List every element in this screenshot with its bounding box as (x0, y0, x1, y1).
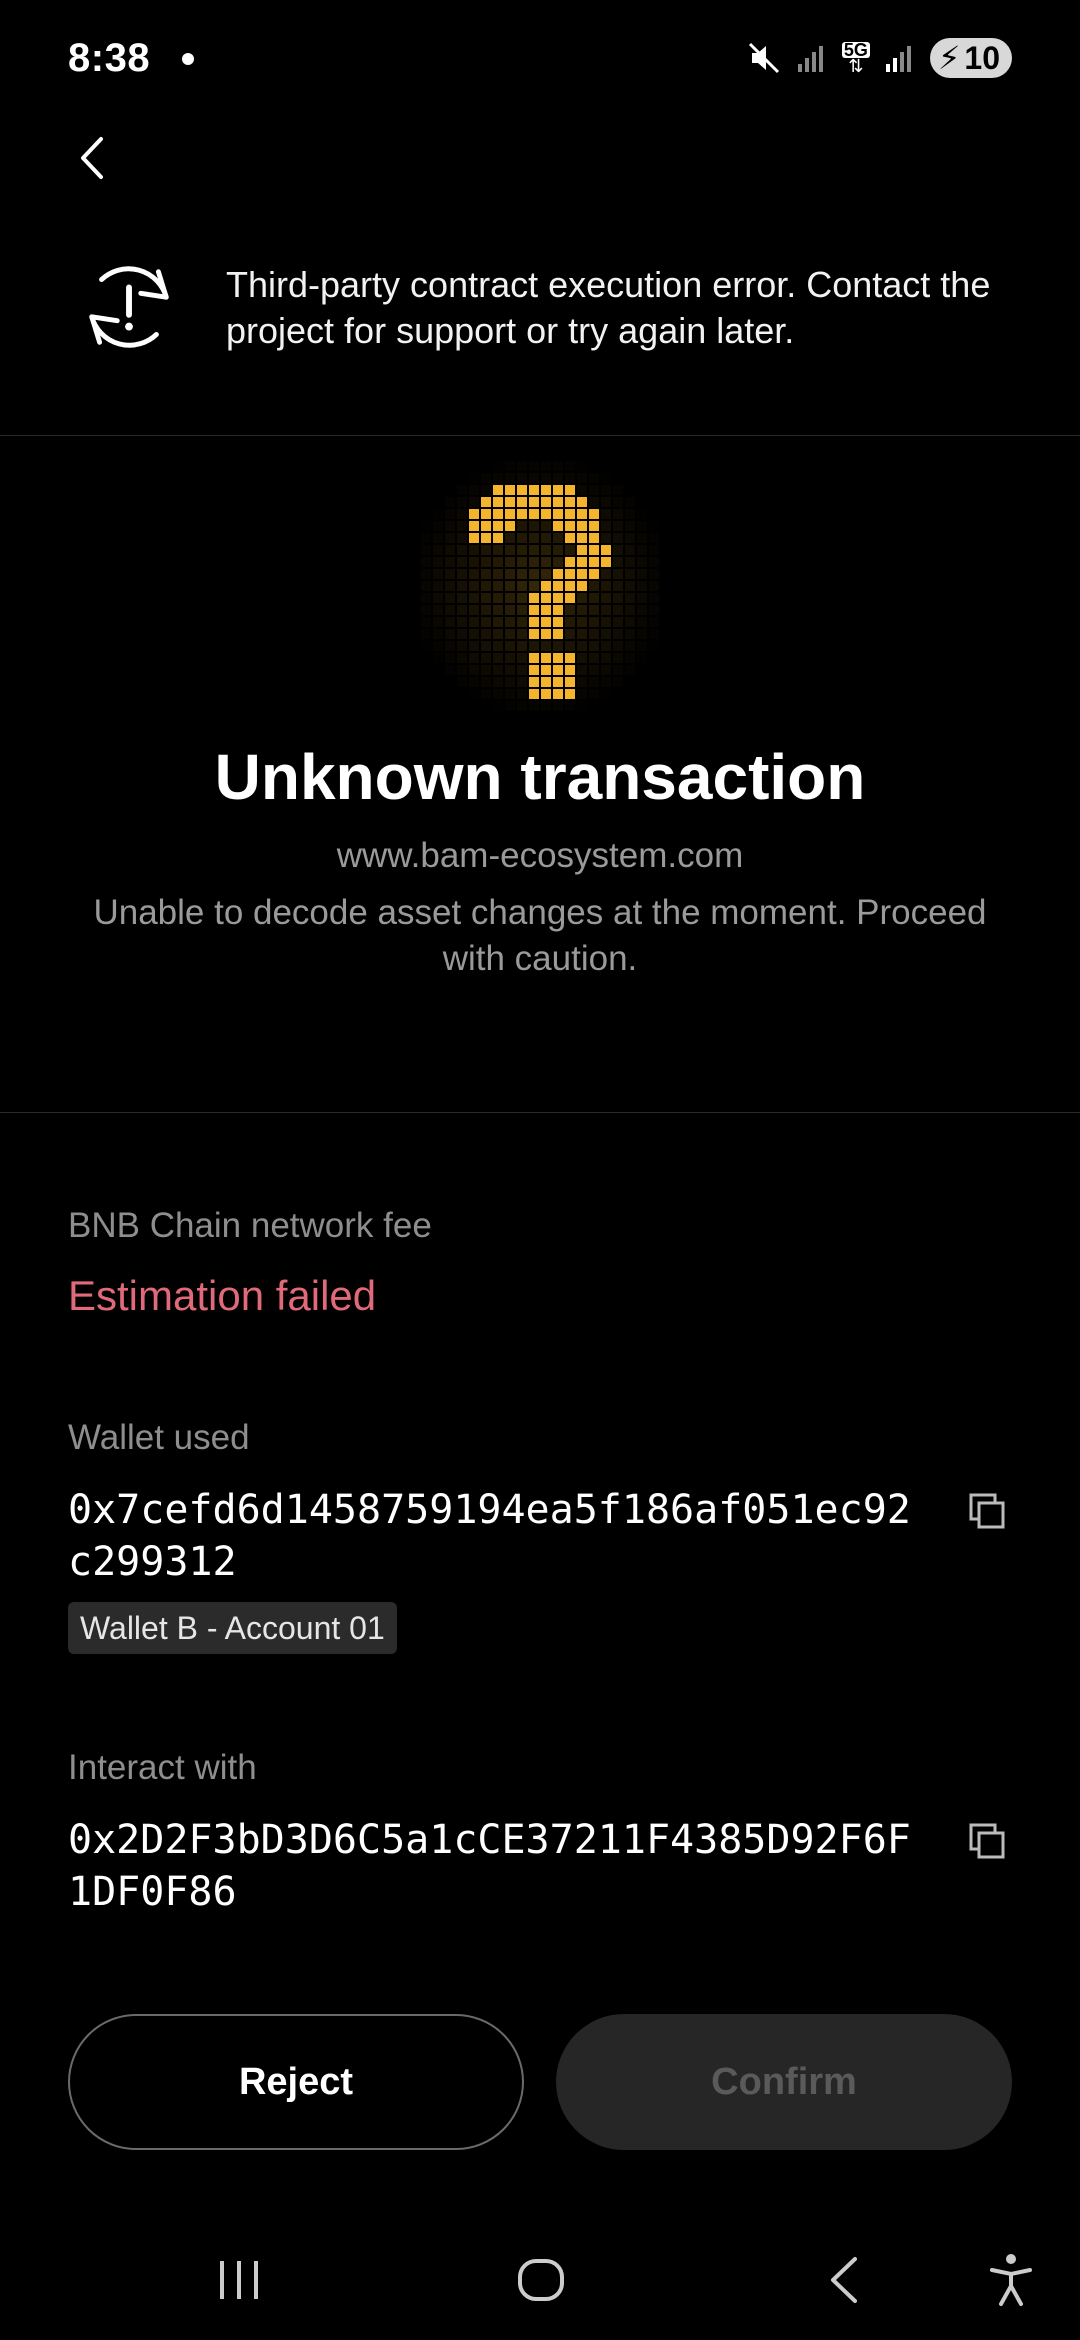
back-button[interactable] (60, 126, 124, 190)
status-bar: 8:38 5G ⇅ ⚡ 10 (0, 0, 1080, 120)
back-arrow-icon (831, 2257, 857, 2303)
reject-button[interactable]: Reject (68, 2014, 524, 2150)
question-mark-icon (433, 473, 647, 699)
page-title: Unknown transaction (214, 741, 866, 813)
recent-apps-icon (220, 2261, 258, 2299)
system-nav-bar (0, 2220, 1080, 2340)
notification-dot (182, 53, 194, 65)
divider (0, 1112, 1080, 1113)
charging-bolt-icon: ⚡ (937, 40, 961, 76)
error-banner: Third-party contract execution error. Co… (0, 240, 1080, 436)
error-refresh-icon (89, 266, 169, 348)
dapp-domain: www.bam-ecosystem.com (336, 836, 744, 875)
battery-indicator: ⚡ 10 (929, 38, 1012, 78)
signal-icon-2 (885, 46, 911, 72)
interact-with-label: Interact with (68, 1748, 257, 1787)
contract-address: 0x2D2F3bD3D6C5a1cCE37211F4385D92F6F1DF0F… (68, 1817, 911, 1915)
battery-level: 10 (964, 39, 1000, 76)
status-icons: 5G ⇅ ⚡ 10 (746, 36, 1012, 80)
caution-description: Unable to decode asset changes at the mo… (93, 893, 987, 978)
network-fee-label: BNB Chain network fee (68, 1206, 432, 1245)
copy-contract-address-button[interactable] (962, 1816, 1012, 1866)
copy-icon (969, 1823, 1005, 1859)
copy-icon (969, 1493, 1005, 1529)
chevron-left-icon (81, 137, 103, 179)
system-back-button[interactable] (808, 2248, 878, 2312)
recent-apps-button[interactable] (204, 2248, 274, 2312)
mute-icon (748, 42, 779, 74)
network-fee-status: Estimation failed (68, 1272, 377, 1319)
network-5g-icon: 5G ⇅ (841, 41, 870, 76)
home-icon (518, 2259, 564, 2301)
accessibility-icon (990, 2254, 1032, 2306)
wallet-address: 0x7cefd6d1458759194ea5f186af051ec92c2993… (68, 1487, 911, 1585)
data-arrows-icon: ⇅ (848, 56, 864, 76)
accessibility-button[interactable] (976, 2248, 1046, 2312)
wallet-account-tag: Wallet B - Account 01 (68, 1602, 397, 1654)
status-time: 8:38 (68, 36, 151, 80)
confirm-button[interactable]: Confirm (556, 2014, 1012, 2150)
error-message: Third-party contract execution error. Co… (226, 264, 991, 351)
home-button[interactable] (506, 2248, 576, 2312)
copy-wallet-address-button[interactable] (962, 1486, 1012, 1536)
wallet-used-label: Wallet used (68, 1418, 250, 1457)
signal-icon-1 (797, 46, 823, 72)
